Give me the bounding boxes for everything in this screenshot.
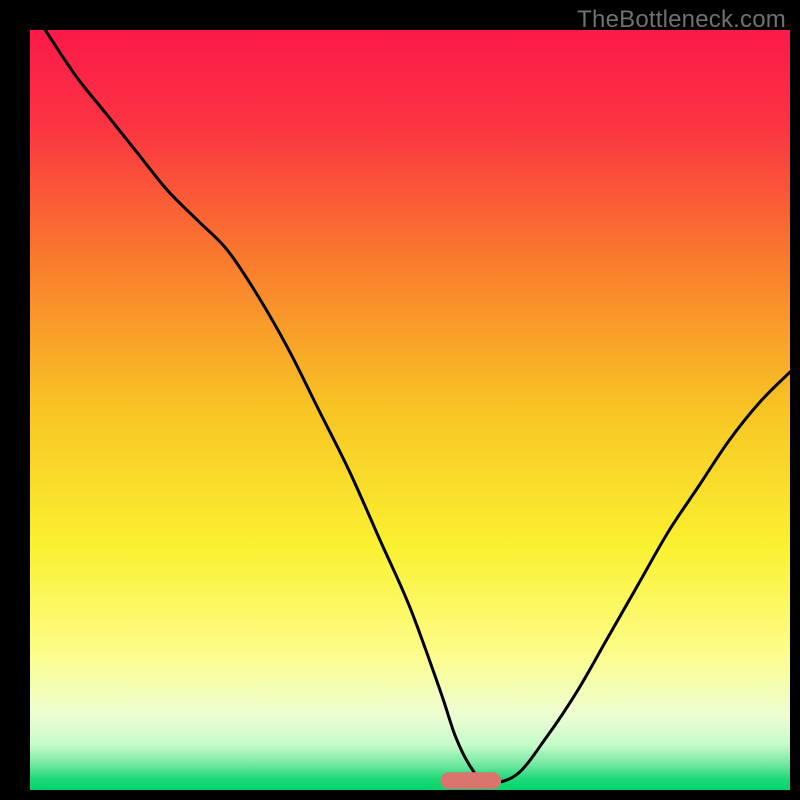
watermark-text: TheBottleneck.com bbox=[577, 6, 786, 34]
optimal-marker bbox=[440, 772, 501, 789]
plot-background bbox=[30, 30, 790, 790]
bottleneck-chart bbox=[0, 0, 800, 800]
chart-frame: TheBottleneck.com bbox=[0, 0, 800, 800]
